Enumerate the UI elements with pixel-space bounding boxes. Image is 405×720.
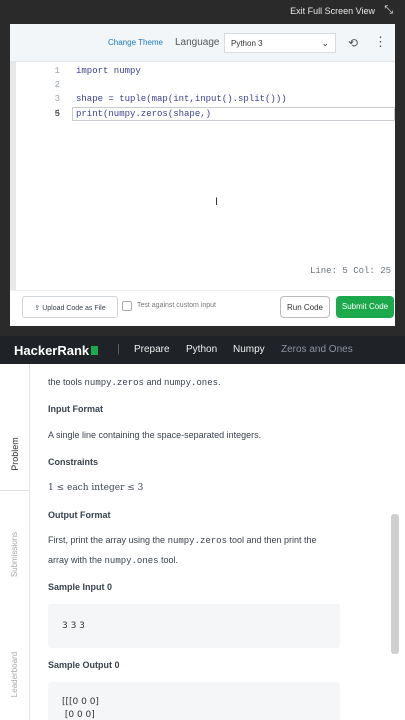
- custom-input-checkbox[interactable]: [122, 301, 132, 311]
- line-number: 1: [54, 66, 60, 76]
- line-number: 2: [54, 80, 60, 90]
- breadcrumb-numpy[interactable]: Numpy: [233, 344, 265, 355]
- upload-label: Upload Code as File: [42, 305, 106, 312]
- language-value: Python 3: [231, 39, 263, 48]
- code-area[interactable]: 1 import numpy 2 3 shape = tuple(map(int…: [10, 62, 395, 282]
- chevron-down-icon: ⌄: [321, 38, 329, 48]
- upload-code-button[interactable]: ⇪ Upload Code as File: [22, 296, 118, 318]
- input-format-text: A single line containing the space-separ…: [48, 430, 262, 440]
- sample-output-heading: Sample Output 0: [48, 660, 120, 670]
- code-line[interactable]: import numpy: [76, 66, 141, 76]
- input-format-heading: Input Format: [48, 404, 103, 414]
- custom-input-label: Test against custom input: [137, 302, 216, 309]
- sample-output-line: [0 0 0]: [62, 710, 95, 720]
- tab-problem[interactable]: Problem: [0, 404, 30, 504]
- top-navigation: HackerRank | Prepare Python Numpy Zeros …: [0, 336, 405, 364]
- change-theme-link[interactable]: Change Theme: [108, 38, 163, 47]
- output-format-heading: Output Format: [48, 510, 111, 520]
- fullscreen-bar: Exit Full Screen View ⤡: [0, 0, 405, 24]
- sample-output-line: [[[0 0 0]: [62, 697, 99, 707]
- tab-divider: [0, 490, 30, 491]
- code-numpy-zeros: numpy.zeros: [84, 378, 144, 388]
- tab-leaderboard[interactable]: Leaderboard: [0, 634, 30, 714]
- code-line[interactable]: shape = tuple(map(int,input().split())): [76, 94, 287, 104]
- sample-input-heading: Sample Input 0: [48, 582, 113, 592]
- line-number: 5: [54, 109, 60, 119]
- output-format-line-2: array with the numpy.ones tool.: [48, 555, 179, 566]
- sample-input-box: 3 3 3: [48, 604, 340, 648]
- text-cursor-icon: I: [215, 196, 219, 208]
- language-label: Language: [175, 37, 220, 48]
- logo-mark-icon: [91, 346, 99, 355]
- editor-toolbar: Change Theme Language Python 3 ⌄ ⟲ ⋮: [10, 24, 395, 62]
- sample-input-value: 3 3 3: [62, 621, 85, 631]
- history-icon[interactable]: ⟲: [348, 36, 358, 50]
- tab-submissions[interactable]: Submissions: [0, 514, 30, 594]
- output-format-line-1: First, print the array using the numpy.z…: [48, 535, 317, 546]
- code-numpy-ones: numpy.ones: [163, 378, 218, 388]
- breadcrumb-prepare[interactable]: Prepare: [134, 344, 170, 355]
- problem-statement: the tools numpy.zeros and numpy.ones. In…: [30, 364, 405, 720]
- language-select[interactable]: Python 3 ⌄: [224, 33, 336, 53]
- cursor-position: Line: 5 Col: 25: [309, 266, 391, 276]
- submit-code-button[interactable]: Submit Code: [336, 296, 394, 318]
- intro-text: the tools numpy.zeros and numpy.ones.: [48, 377, 221, 388]
- line-number: 3: [54, 94, 60, 104]
- breadcrumb-current: Zeros and Ones: [281, 344, 353, 355]
- more-options-icon[interactable]: ⋮: [374, 34, 387, 50]
- exit-fullscreen-link[interactable]: Exit Full Screen View: [290, 6, 375, 16]
- nav-separator: |: [117, 343, 120, 355]
- run-code-button[interactable]: Run Code: [280, 296, 330, 318]
- breadcrumb-python[interactable]: Python: [186, 344, 217, 355]
- code-line-active[interactable]: print(numpy.zeros(shape,): [76, 109, 211, 119]
- constraints-text: 1 ≤ each integer ≤ 3: [48, 483, 144, 493]
- content-scrollbar[interactable]: [391, 514, 399, 654]
- shrink-icon[interactable]: ⤡: [384, 4, 393, 17]
- code-editor-panel: Change Theme Language Python 3 ⌄ ⟲ ⋮ 1 i…: [10, 24, 395, 326]
- hackerrank-logo[interactable]: HackerRank: [14, 343, 99, 358]
- sample-output-box: [[[0 0 0] [0 0 0]: [48, 682, 340, 720]
- problem-side-tabs: Problem Submissions Leaderboard: [0, 364, 30, 720]
- editor-footer: ⇪ Upload Code as File Test against custo…: [10, 290, 395, 326]
- constraints-heading: Constraints: [48, 457, 99, 467]
